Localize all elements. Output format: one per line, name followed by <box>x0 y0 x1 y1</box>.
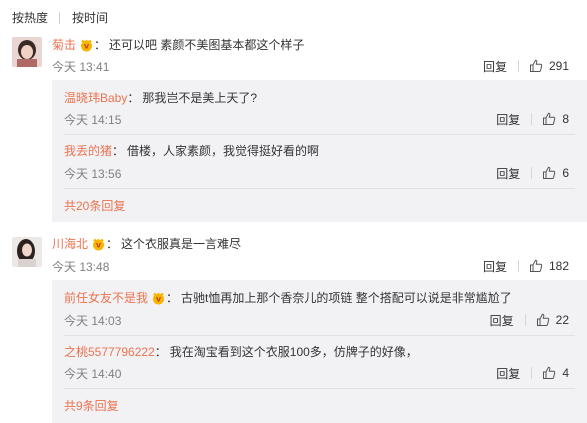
member-badge-icon: V <box>153 292 165 304</box>
like-button[interactable]: 6 <box>542 166 569 180</box>
comment-time: 今天 13:48 <box>52 259 110 274</box>
like-button[interactable]: 182 <box>529 259 569 273</box>
avatar[interactable] <box>12 37 42 67</box>
comment-text: 还可以吧 素颜不美图基本都这个样子 <box>109 38 305 52</box>
reply-content: 温晓玮Baby ： 那我岂不是美上天了? <box>64 90 258 106</box>
thumbs-up-icon <box>543 166 556 179</box>
reply-meta: 今天 13:56 回复 6 <box>64 165 569 181</box>
comment-text: 这个衣服真是一言难尽 <box>121 237 242 251</box>
like-count: 291 <box>548 59 569 73</box>
reply-content: 我丢的猪 ： 借楼，人家素颜，我觉得挺好看的啊 <box>64 143 320 159</box>
reply-text: 借楼，人家素颜，我觉得挺好看的啊 <box>127 144 320 158</box>
avatar[interactable] <box>12 237 42 267</box>
comment-username[interactable]: 菊击 <box>52 37 76 53</box>
sort-by-time-tab[interactable]: 按时间 <box>72 10 108 26</box>
like-button[interactable]: 4 <box>542 366 569 380</box>
like-button[interactable]: 22 <box>536 313 569 327</box>
view-more-replies-link[interactable]: 共9条回复 <box>64 398 119 414</box>
sort-by-hot-tab[interactable]: 按热度 <box>12 10 48 26</box>
thumbs-up-icon <box>543 112 556 125</box>
view-more-replies-link[interactable]: 共20条回复 <box>64 198 125 214</box>
reply-button[interactable]: 回复 <box>483 258 507 275</box>
reply-username[interactable]: 前任女友不是我 <box>64 290 148 306</box>
reply-divider <box>64 134 575 135</box>
reply-meta: 今天 14:15 回复 8 <box>64 111 569 127</box>
reply-content: 前任女友不是我 V ： 古驰t恤再加上那个香奈儿的项链 整个搭配可以说是非常尴尬… <box>64 290 512 306</box>
reply-list: 温晓玮Baby ： 那我岂不是美上天了? 今天 14:15 回复 8 我丢的猪 … <box>52 80 587 222</box>
like-count: 182 <box>548 259 569 273</box>
thumbs-up-icon <box>529 259 543 272</box>
reply-username[interactable]: 温晓玮Baby <box>64 90 127 106</box>
reply-divider <box>64 388 575 389</box>
sort-bar: 按热度 按时间 <box>12 10 108 26</box>
reply-button[interactable]: 回复 <box>483 58 507 75</box>
reply-meta: 今天 14:40 回复 4 <box>64 365 569 381</box>
comment-username[interactable]: 川海北 <box>52 236 88 252</box>
like-count: 4 <box>562 366 569 380</box>
reply-content: 之桃5577796222 ： 我在淘宝看到这个衣服100多，仿牌子的好像， <box>64 344 418 360</box>
reply-time: 今天 14:40 <box>64 366 122 381</box>
reply-time: 今天 13:56 <box>64 166 122 181</box>
reply-meta: 今天 14:03 回复 22 <box>64 312 569 328</box>
thumbs-up-icon <box>529 59 543 72</box>
comment-meta: 今天 13:48 回复 182 <box>52 258 569 274</box>
comment-meta: 今天 13:41 回复 291 <box>52 58 569 74</box>
member-badge-icon: V <box>93 238 105 250</box>
comment-content: 菊击 V ： 还可以吧 素颜不美图基本都这个样子 <box>52 37 305 53</box>
reply-username[interactable]: 之桃5577796222 <box>64 344 155 360</box>
reply-button[interactable]: 回复 <box>496 111 520 128</box>
like-button[interactable]: 8 <box>542 112 569 126</box>
svg-text:V: V <box>96 241 101 249</box>
reply-divider <box>64 188 575 189</box>
reply-button[interactable]: 回复 <box>496 165 520 182</box>
reply-list: 前任女友不是我 V ： 古驰t恤再加上那个香奈儿的项链 整个搭配可以说是非常尴尬… <box>52 280 587 423</box>
comment-time: 今天 13:41 <box>52 59 110 74</box>
reply-divider <box>64 335 575 336</box>
reply-time: 今天 14:03 <box>64 313 122 328</box>
like-count: 8 <box>562 112 569 126</box>
like-count: 22 <box>555 313 569 327</box>
thumbs-up-icon <box>536 313 549 326</box>
reply-button[interactable]: 回复 <box>496 365 520 382</box>
reply-time: 今天 14:15 <box>64 112 122 127</box>
member-badge-icon: V <box>81 39 93 51</box>
reply-username[interactable]: 我丢的猪 <box>64 143 112 159</box>
reply-text: 那我岂不是美上天了? <box>142 91 258 105</box>
reply-text: 古驰t恤再加上那个香奈儿的项链 整个搭配可以说是非常尴尬了 <box>181 291 512 305</box>
reply-text: 我在淘宝看到这个衣服100多，仿牌子的好像， <box>169 345 418 359</box>
svg-text:V: V <box>84 42 89 50</box>
reply-button[interactable]: 回复 <box>490 312 514 329</box>
thumbs-up-icon <box>543 366 556 379</box>
sort-divider <box>59 12 61 24</box>
comment-content: 川海北 V ： 这个衣服真是一言难尽 <box>52 236 242 252</box>
like-button[interactable]: 291 <box>529 59 569 73</box>
like-count: 6 <box>562 166 569 180</box>
svg-text:V: V <box>156 295 161 303</box>
